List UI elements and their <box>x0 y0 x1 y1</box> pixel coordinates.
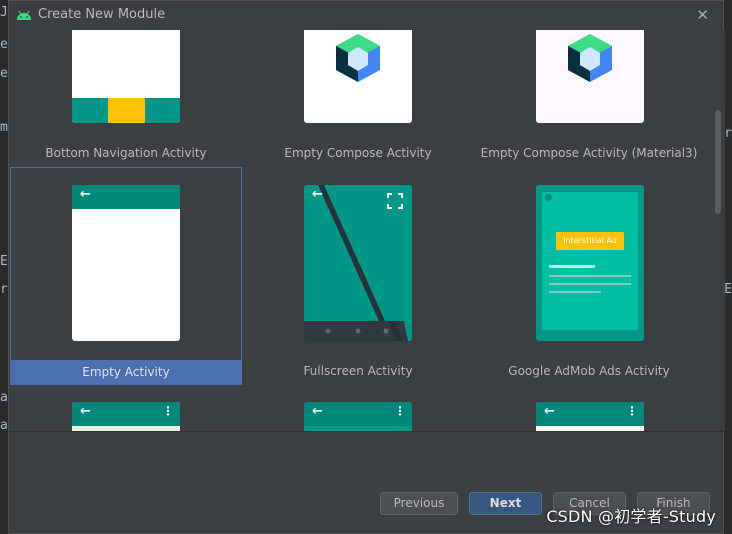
bg-char: m <box>0 120 8 135</box>
gallery-scrollbar[interactable] <box>712 30 722 431</box>
template-preview <box>72 30 180 123</box>
bg-char: J <box>0 5 8 20</box>
app-bar: ← ⋮ <box>72 402 180 426</box>
background-editor-left: J e e m E r a a <box>0 0 8 534</box>
scrollbar-thumb[interactable] <box>715 110 721 214</box>
app-bar: ← <box>72 185 180 209</box>
placeholder-line <box>549 291 601 293</box>
footer-divider <box>9 431 725 432</box>
ad-panel <box>542 192 638 330</box>
template-tile-bottom-navigation[interactable]: Bottom Navigation Activity <box>10 30 242 167</box>
back-arrow-icon: ← <box>80 404 91 419</box>
template-label: Bottom Navigation Activity <box>45 146 207 160</box>
back-arrow-icon: ← <box>80 187 91 202</box>
template-preview <box>304 30 412 123</box>
previous-button-label: Previous <box>393 496 445 510</box>
template-preview: ← ⋮ <box>304 402 412 431</box>
bg-char: a <box>0 418 8 433</box>
fullscreen-icon <box>387 193 403 209</box>
close-icon[interactable]: ✕ <box>696 6 709 24</box>
create-new-module-dialog: Create New Module ✕ Bottom Navigation Ac… <box>8 0 725 534</box>
bg-char: e <box>0 66 8 81</box>
template-label: Empty Compose Activity <box>284 146 432 160</box>
placeholder-line <box>549 275 631 277</box>
template-preview <box>536 30 644 123</box>
placeholder-line <box>549 283 631 285</box>
template-label: Empty Activity <box>11 360 241 384</box>
template-tile-partial[interactable]: ← ⋮ <box>473 402 705 431</box>
previous-button[interactable]: Previous <box>380 492 458 515</box>
background-editor-right: r E <box>724 0 732 534</box>
jetpack-compose-logo-icon <box>568 34 612 82</box>
bg-char: r <box>0 282 8 297</box>
template-preview: ← ⋮ <box>536 402 644 431</box>
app-bar: ← ⋮ <box>536 402 644 426</box>
jetpack-compose-logo-icon <box>336 34 380 82</box>
template-label: Fullscreen Activity <box>303 364 413 378</box>
bg-char: e <box>0 37 8 52</box>
template-tile-partial[interactable]: ← ⋮ <box>10 402 242 431</box>
template-preview: Interstitial Ad <box>536 185 644 341</box>
back-arrow-icon: ← <box>312 187 323 202</box>
bg-char: r <box>724 126 732 141</box>
overflow-menu-icon: ⋮ <box>394 404 406 418</box>
back-arrow-icon: ← <box>312 404 323 419</box>
overflow-menu-icon: ⋮ <box>626 404 638 418</box>
interstitial-ad-label: Interstitial Ad <box>556 232 624 250</box>
template-label: Empty Compose Activity (Material3) <box>480 146 698 160</box>
back-arrow-icon: ← <box>544 404 555 419</box>
app-bar: ← ⋮ <box>304 402 412 426</box>
template-preview: ← <box>72 185 180 341</box>
template-tile-empty-compose[interactable]: Empty Compose Activity <box>242 30 474 167</box>
template-tile-empty-activity[interactable]: ← Empty Activity <box>10 167 242 385</box>
template-tile-partial[interactable]: ← ⋮ <box>242 402 474 431</box>
template-preview: ← ⋮ <box>72 402 180 431</box>
camera-dot-icon <box>545 194 552 201</box>
template-tile-fullscreen[interactable]: ← Fullscreen Activity <box>242 167 474 385</box>
dialog-title: Create New Module <box>38 7 166 22</box>
next-button[interactable]: Next <box>469 492 542 515</box>
bg-char: E <box>724 282 732 297</box>
bg-char: a <box>0 390 8 405</box>
placeholder-line <box>549 265 595 268</box>
bg-char: E <box>0 254 8 269</box>
template-tile-empty-compose-material3[interactable]: Empty Compose Activity (Material3) <box>473 30 705 167</box>
template-label: Google AdMob Ads Activity <box>508 364 670 378</box>
next-button-label: Next <box>489 496 522 510</box>
dialog-titlebar: Create New Module ✕ <box>9 1 723 31</box>
template-gallery[interactable]: Bottom Navigation Activity Empty Compose… <box>9 30 725 431</box>
template-preview: ← <box>304 185 412 341</box>
overflow-menu-icon: ⋮ <box>162 404 174 418</box>
bottom-nav-selected-item <box>108 98 145 123</box>
android-icon <box>17 10 31 20</box>
csdn-watermark: CSDN @初学者-Study <box>546 507 716 526</box>
template-tile-google-admob[interactable]: Interstitial Ad Google AdMob Ads Activit… <box>473 167 705 385</box>
